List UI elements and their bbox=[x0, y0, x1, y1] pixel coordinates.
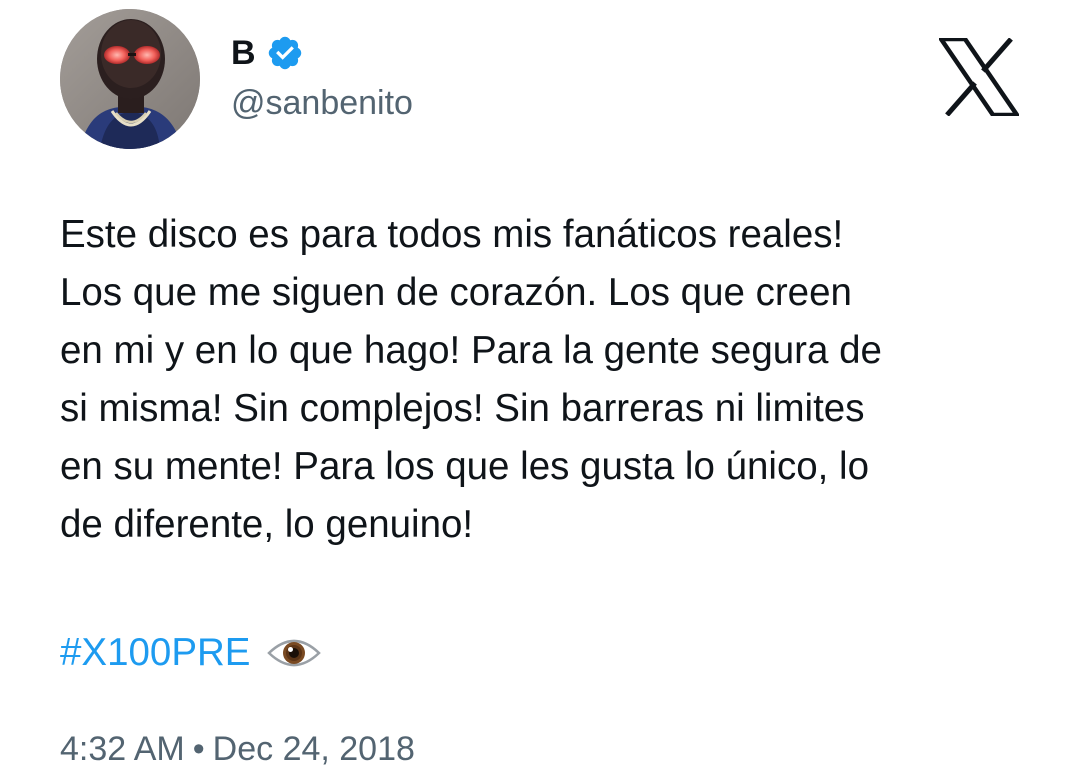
tweet-text: Este disco es para todos mis fanáticos r… bbox=[60, 206, 1040, 554]
tweet-text-line: si misma! Sin complejos! Sin barreras ni… bbox=[60, 387, 865, 430]
eye-emoji-icon bbox=[266, 639, 321, 667]
author-handle[interactable]: @sanbenito bbox=[231, 84, 413, 123]
avatar-image bbox=[60, 9, 200, 149]
x-logo-icon[interactable] bbox=[939, 38, 1019, 116]
tweet-text-line: en su mente! Para los que les gusta lo ú… bbox=[60, 445, 869, 488]
meta-separator: • bbox=[192, 730, 205, 768]
author-name-row[interactable]: B bbox=[231, 28, 304, 78]
verified-badge-icon bbox=[268, 36, 301, 70]
tweet-card: B @sanbenito Este disco es para todos mi… bbox=[0, 0, 1080, 776]
tweet-date: Dec 24, 2018 bbox=[212, 730, 415, 768]
tweet-text-line: Este disco es para todos mis fanáticos r… bbox=[60, 213, 844, 256]
tweet-time: 4:32 AM bbox=[60, 730, 185, 768]
tweet-text-line: Los que me siguen de corazón. Los que cr… bbox=[60, 271, 852, 314]
tweet-text-line: en mi y en lo que hago! Para la gente se… bbox=[60, 329, 882, 372]
display-name[interactable]: B bbox=[231, 34, 256, 73]
hashtag-row: #X100PRE bbox=[60, 624, 321, 682]
timestamp[interactable]: 4:32 AM • Dec 24, 2018 bbox=[60, 730, 415, 769]
tweet-text-line: de diferente, lo genuino! bbox=[60, 503, 474, 546]
hashtag-link[interactable]: #X100PRE bbox=[60, 631, 251, 675]
avatar[interactable] bbox=[60, 9, 200, 149]
